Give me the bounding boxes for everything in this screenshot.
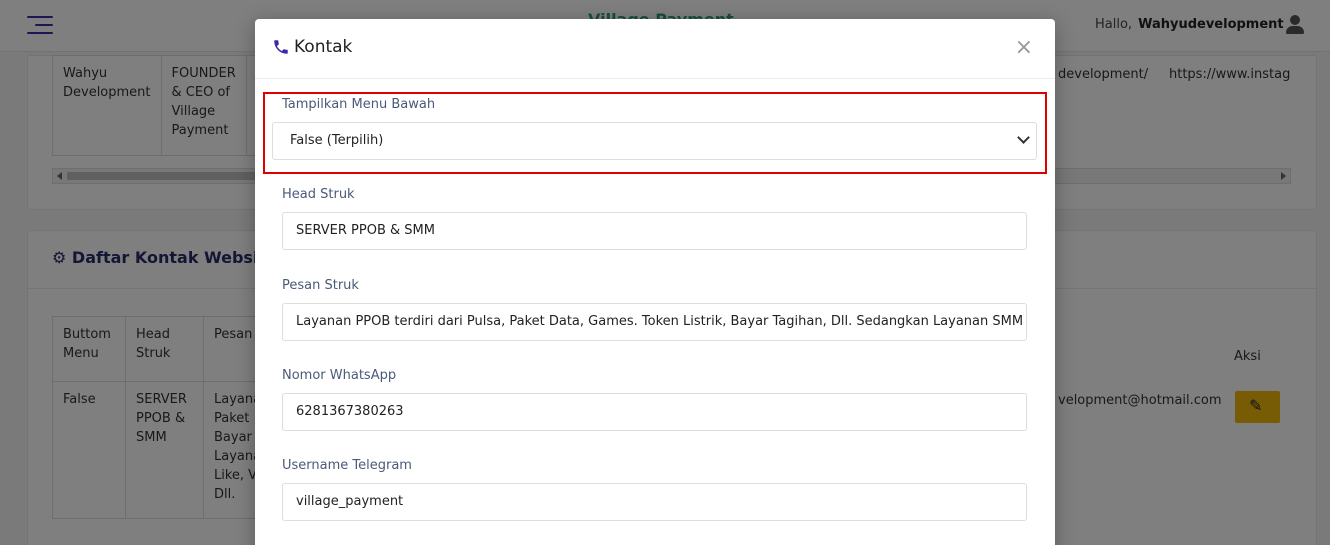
- close-icon[interactable]: ×: [1015, 37, 1033, 59]
- contact-modal: Kontak × Tampilkan Menu Bawah False (Ter…: [255, 19, 1055, 545]
- pesan-struk-label: Pesan Struk: [282, 278, 359, 293]
- phone-icon: [274, 40, 288, 54]
- telegram-label: Username Telegram: [282, 458, 412, 473]
- modal-header: Kontak ×: [255, 19, 1055, 79]
- highlight-box: [263, 92, 1047, 174]
- modal-title: Kontak: [272, 37, 352, 57]
- pesan-struk-input[interactable]: Layanan PPOB terdiri dari Pulsa, Paket D…: [282, 303, 1027, 341]
- whatsapp-input[interactable]: 6281367380263: [282, 393, 1027, 431]
- telegram-input[interactable]: village_payment: [282, 483, 1027, 521]
- head-struk-label: Head Struk: [282, 187, 355, 202]
- modal-title-text: Kontak: [294, 37, 353, 57]
- head-struk-input[interactable]: SERVER PPOB & SMM: [282, 212, 1027, 250]
- whatsapp-label: Nomor WhatsApp: [282, 368, 397, 383]
